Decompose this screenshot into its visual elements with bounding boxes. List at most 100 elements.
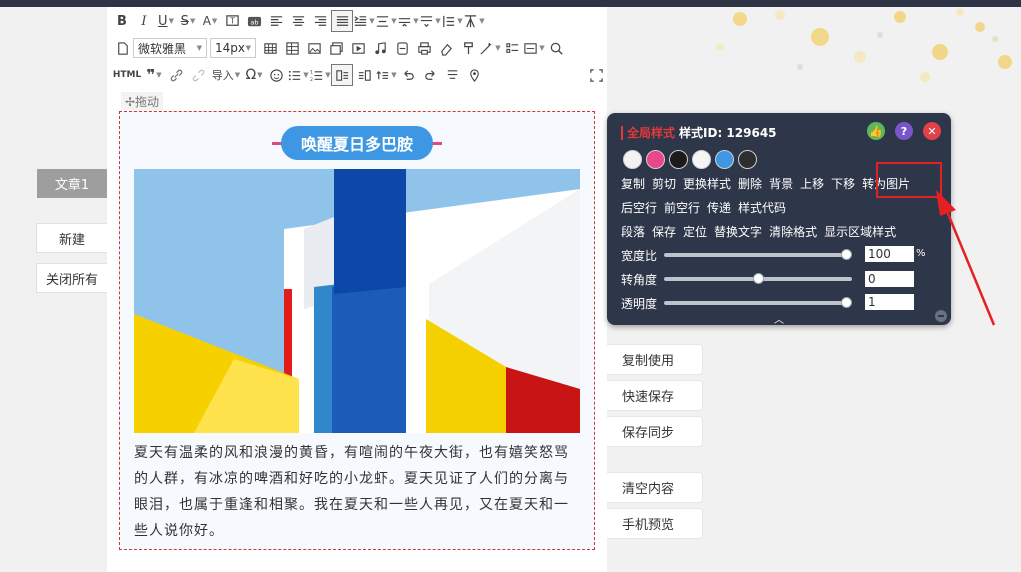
eraser-button[interactable]: [435, 37, 457, 59]
unordered-list-button[interactable]: ▼: [287, 64, 309, 86]
move-up-action[interactable]: 上移: [800, 175, 824, 192]
copy-action[interactable]: 复制: [621, 175, 645, 192]
blockquote-button[interactable]: ❞ ▼: [143, 64, 165, 86]
border-button[interactable]: ▼: [523, 37, 545, 59]
insert-gallery-button[interactable]: [325, 37, 347, 59]
swatch-white[interactable]: [623, 150, 642, 169]
insert-video-button[interactable]: [347, 37, 369, 59]
strikethrough-button[interactable]: S ▼: [177, 10, 199, 32]
show-area-style-action[interactable]: 显示区域样式: [824, 223, 896, 240]
global-style-link[interactable]: 全局样式: [627, 124, 675, 141]
insert-emoji-button[interactable]: [391, 37, 413, 59]
align-justify-button[interactable]: [331, 10, 353, 32]
swatch-pink[interactable]: [646, 150, 665, 169]
text-direction-button[interactable]: ▼: [375, 64, 397, 86]
font-family-select[interactable]: 微软雅黑 ▼: [133, 38, 207, 58]
blank-line-after-action[interactable]: 后空行: [621, 199, 657, 216]
width-slider-thumb[interactable]: [841, 249, 852, 260]
drag-handle[interactable]: ✢拖动: [121, 92, 164, 110]
import-button[interactable]: 导入 ▼: [209, 64, 243, 86]
special-char-button[interactable]: Ω ▼: [243, 64, 265, 86]
new-document-button[interactable]: [111, 37, 133, 59]
font-color-button[interactable]: A ▼: [199, 10, 221, 32]
paragraph-action[interactable]: 段落: [621, 223, 645, 240]
pass-action[interactable]: 传递: [707, 199, 731, 216]
code-button[interactable]: ab: [243, 10, 265, 32]
article-tab[interactable]: 文章1: [37, 169, 107, 198]
letter-spacing-button[interactable]: ▼: [441, 10, 463, 32]
rotate-input[interactable]: [865, 271, 914, 287]
swatch-light[interactable]: [692, 150, 711, 169]
clear-format-action[interactable]: 清除格式: [769, 223, 817, 240]
underline-button[interactable]: U ▼: [155, 10, 177, 32]
opacity-label: 透明度: [621, 297, 658, 311]
close-all-button[interactable]: 关闭所有: [36, 263, 107, 293]
opacity-slider-thumb[interactable]: [841, 297, 852, 308]
save-sync-button[interactable]: 保存同步: [607, 416, 703, 447]
unlink-button[interactable]: [187, 64, 209, 86]
copy-use-button[interactable]: 复制使用: [607, 344, 703, 375]
line-spacing-button[interactable]: ▼: [375, 10, 397, 32]
opacity-input[interactable]: [865, 294, 914, 310]
indent-button[interactable]: ▼: [353, 10, 375, 32]
move-down-action[interactable]: 下移: [831, 175, 855, 192]
mobile-preview-button[interactable]: 手机预览: [607, 508, 703, 539]
spacing-after-button[interactable]: ▼: [419, 10, 441, 32]
font-size-select[interactable]: 14px ▼: [210, 38, 256, 58]
rotate-slider[interactable]: [664, 273, 852, 284]
delete-action[interactable]: 删除: [738, 175, 762, 192]
align-left-button[interactable]: [265, 10, 287, 32]
article-paragraph[interactable]: 夏天有温柔的风和浪漫的黄昏，有喧闹的午夜大街，也有嬉笑怒骂的人群，有冰凉的啤酒和…: [134, 440, 582, 544]
width-input[interactable]: [865, 246, 914, 262]
swatch-blue[interactable]: [715, 150, 734, 169]
save-action[interactable]: 保存: [652, 223, 676, 240]
ordered-list-button[interactable]: 1 2 ▼: [309, 64, 331, 86]
style-code-action[interactable]: 样式代码: [738, 199, 786, 216]
replace-text-action[interactable]: 替换文字: [714, 223, 762, 240]
align-right-button[interactable]: [309, 10, 331, 32]
html-source-button[interactable]: HTML: [111, 64, 143, 86]
clear-content-button[interactable]: 清空内容: [607, 472, 703, 503]
italic-button[interactable]: I: [133, 10, 155, 32]
new-button[interactable]: 新建: [36, 223, 107, 253]
background-action[interactable]: 背景: [769, 175, 793, 192]
bold-button[interactable]: B: [111, 10, 133, 32]
insert-grid-button[interactable]: [281, 37, 303, 59]
help-icon[interactable]: ?: [895, 122, 913, 140]
content-block[interactable]: 唤醒夏日多巴胺 夏天有温柔的风和浪漫的黄昏，有喧闹的午夜大街，也有嬉笑怒骂的人群…: [119, 111, 595, 550]
link-button[interactable]: [165, 64, 187, 86]
swatch-dark[interactable]: [738, 150, 757, 169]
print-button[interactable]: [413, 37, 435, 59]
background-color-button[interactable]: T: [221, 10, 243, 32]
redo-button[interactable]: [419, 64, 441, 86]
blank-line-before-action[interactable]: 前空行: [664, 199, 700, 216]
quick-save-button[interactable]: 快速保存: [607, 380, 703, 411]
cut-action[interactable]: 剪切: [652, 175, 676, 192]
rotate-slider-thumb[interactable]: [752, 273, 764, 284]
insert-table-button[interactable]: [259, 37, 281, 59]
close-icon[interactable]: ✕: [923, 122, 941, 140]
change-style-action[interactable]: 更换样式: [683, 175, 731, 192]
swatch-black[interactable]: [669, 150, 688, 169]
align-center-button[interactable]: [287, 10, 309, 32]
format-painter-button[interactable]: [457, 37, 479, 59]
fullscreen-button[interactable]: [585, 64, 607, 86]
emoji-button[interactable]: [265, 64, 287, 86]
undo-button[interactable]: [397, 64, 419, 86]
opacity-slider[interactable]: [664, 297, 852, 308]
clear-format-button[interactable]: [441, 64, 463, 86]
insert-audio-button[interactable]: [369, 37, 391, 59]
like-icon[interactable]: 👍: [867, 122, 885, 140]
font-size-button[interactable]: ▼: [463, 10, 485, 32]
magic-button[interactable]: ▼: [479, 37, 501, 59]
list-button[interactable]: [501, 37, 523, 59]
paragraph-spacing-button[interactable]: ▼: [397, 10, 419, 32]
location-button[interactable]: [463, 64, 485, 86]
find-replace-button[interactable]: [545, 37, 567, 59]
locate-action[interactable]: 定位: [683, 223, 707, 240]
insert-image-button[interactable]: [303, 37, 325, 59]
float-left-button[interactable]: [331, 64, 353, 86]
collapse-caret-icon[interactable]: ︿: [774, 311, 784, 326]
width-slider[interactable]: [664, 249, 852, 260]
float-right-button[interactable]: [353, 64, 375, 86]
